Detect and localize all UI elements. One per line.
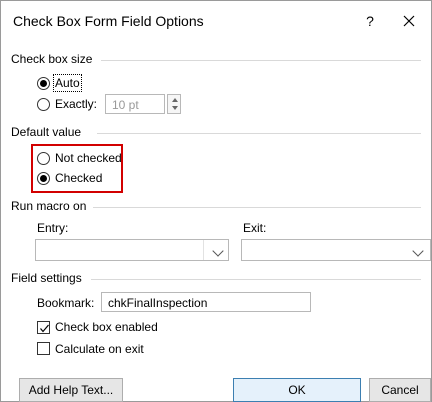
- radio-not-checked-label[interactable]: Not checked: [55, 151, 122, 165]
- exit-label: Exit:: [243, 221, 267, 235]
- close-button[interactable]: [397, 9, 421, 33]
- radio-dot-icon: [40, 80, 47, 87]
- enabled-checkbox-label[interactable]: Check box enabled: [55, 320, 158, 334]
- ok-button[interactable]: OK: [233, 378, 361, 402]
- bookmark-label: Bookmark:: [37, 296, 95, 310]
- cancel-button[interactable]: Cancel: [369, 378, 431, 402]
- radio-checked[interactable]: [37, 172, 50, 185]
- help-button[interactable]: ?: [358, 9, 382, 33]
- radio-dot-icon: [40, 175, 47, 182]
- calculate-on-exit-checkbox[interactable]: [37, 342, 50, 355]
- section-divider: [91, 279, 421, 280]
- radio-exactly-label[interactable]: Exactly:: [55, 97, 97, 111]
- section-divider: [93, 207, 421, 208]
- radio-exactly[interactable]: [37, 98, 50, 111]
- bookmark-input[interactable]: chkFinalInspection: [101, 292, 311, 312]
- section-divider: [97, 133, 421, 134]
- spinner-down-icon[interactable]: [172, 106, 178, 110]
- exit-macro-select[interactable]: [241, 239, 431, 261]
- spinner-up-icon[interactable]: [172, 98, 178, 102]
- radio-checked-label[interactable]: Checked: [55, 171, 102, 185]
- chevron-down-icon[interactable]: [212, 245, 224, 257]
- section-title-run-macro-on: Run macro on: [11, 199, 87, 213]
- close-icon: [403, 15, 415, 27]
- select-separator: [203, 240, 204, 260]
- chevron-down-icon[interactable]: [412, 245, 424, 257]
- exactly-size-input[interactable]: 10 pt: [105, 94, 165, 114]
- size-spinner[interactable]: [167, 94, 181, 114]
- section-title-check-box-size: Check box size: [11, 52, 93, 66]
- section-title-field-settings: Field settings: [11, 271, 82, 285]
- dialog-title: Check Box Form Field Options: [13, 13, 204, 29]
- checkbox-check-icon: [40, 324, 49, 333]
- add-help-text-button[interactable]: Add Help Text...: [19, 378, 123, 402]
- radio-not-checked[interactable]: [37, 152, 50, 165]
- radio-auto[interactable]: [37, 77, 50, 90]
- calculate-on-exit-label[interactable]: Calculate on exit: [55, 342, 144, 356]
- section-divider: [101, 60, 421, 61]
- check-box-form-field-options-dialog: Check Box Form Field Options ? Check box…: [0, 0, 432, 402]
- radio-auto-label[interactable]: Auto: [53, 74, 82, 92]
- enabled-checkbox[interactable]: [37, 321, 50, 334]
- entry-macro-select[interactable]: [35, 239, 229, 261]
- section-title-default-value: Default value: [11, 125, 82, 139]
- entry-label: Entry:: [37, 221, 69, 235]
